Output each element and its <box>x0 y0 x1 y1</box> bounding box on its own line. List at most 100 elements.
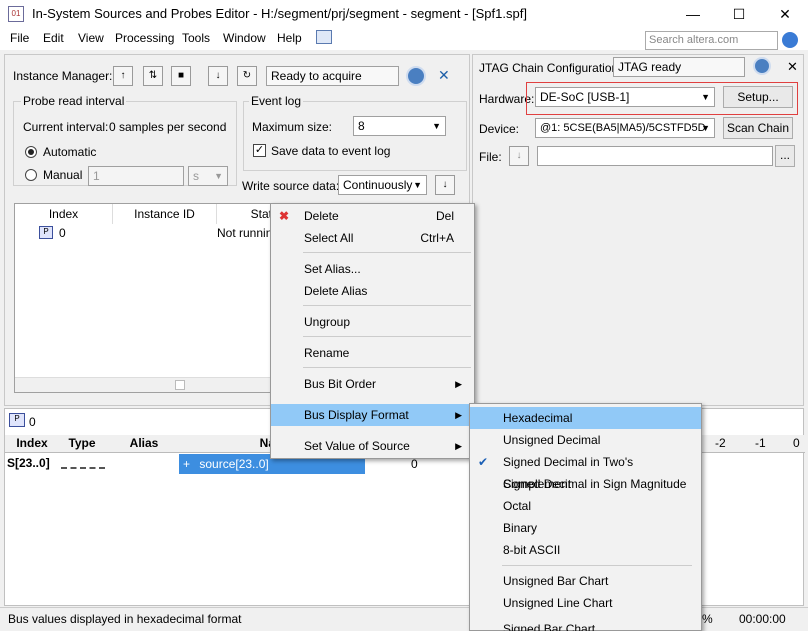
program-icon[interactable]: ↓ <box>509 146 529 166</box>
maximize-button[interactable]: ☐ <box>716 0 762 28</box>
max-size-value: 8 <box>358 119 365 133</box>
menu-separator <box>303 336 471 337</box>
write-source-value: Continuously <box>343 178 413 192</box>
menu-item-ungroup[interactable]: Ungroup <box>271 311 474 333</box>
read-once-icon[interactable]: ↓ <box>208 66 228 86</box>
write-source-label: Write source data: <box>242 179 340 193</box>
scroll-thumb[interactable] <box>175 380 185 390</box>
menu-item-set-value[interactable]: Set Value of Source ▶ <box>271 435 474 457</box>
write-source-icon[interactable]: ↓ <box>435 175 455 195</box>
submenu-signed-twos-complement[interactable]: ✔ Signed Decimal in Two's Complement <box>470 451 701 491</box>
chevron-down-icon: ▼ <box>701 123 710 133</box>
close-panel-icon[interactable]: ✕ <box>438 67 450 84</box>
menu-window[interactable]: Window <box>223 31 266 45</box>
save-event-log-checkbox[interactable]: ✓ <box>253 144 266 157</box>
submenu-unsigned-bar-chart[interactable]: Unsigned Bar Chart <box>470 570 701 592</box>
chevron-down-icon: ▼ <box>432 121 441 131</box>
jtag-close-icon[interactable]: ✕ <box>787 59 798 75</box>
event-log-group <box>243 101 467 171</box>
chevron-right-icon: ▶ <box>455 410 462 420</box>
manual-interval-input[interactable]: 1 <box>88 166 184 186</box>
search-input[interactable]: Search altera.com <box>645 31 778 50</box>
menu-item-rename[interactable]: Rename <box>271 342 474 364</box>
checkmark-icon: ✔ <box>478 455 489 469</box>
max-size-select[interactable]: 8 ▼ <box>353 116 446 136</box>
write-source-select[interactable]: Continuously ▼ <box>338 175 427 195</box>
table-row-index[interactable]: 0 <box>59 226 66 240</box>
column-header-index[interactable]: Index <box>15 204 113 224</box>
menu-item-delete-alias[interactable]: Delete Alias <box>271 280 474 302</box>
column-header-status[interactable]: Stat <box>217 204 277 224</box>
automatic-radio[interactable] <box>25 146 37 158</box>
submenu-ascii[interactable]: 8-bit ASCII <box>470 539 701 561</box>
signal-row-index[interactable]: S[23..0] <box>7 456 50 470</box>
menu-item-bus-bit-order[interactable]: Bus Bit Order ▶ <box>271 373 474 395</box>
menu-edit[interactable]: Edit <box>43 31 64 45</box>
jtag-status: JTAG ready <box>613 57 745 77</box>
menu-file[interactable]: File <box>10 31 29 45</box>
menu-item-shortcut: Ctrl+A <box>420 231 454 245</box>
continuous-icon[interactable]: ⇅ <box>143 66 163 86</box>
header-alias[interactable]: Alias <box>109 436 179 450</box>
menu-processing[interactable]: Processing <box>115 31 174 45</box>
current-interval-label: Current interval: <box>23 120 109 134</box>
signal-row-value: 0 <box>411 457 418 471</box>
instance-tab-label[interactable]: 0 <box>29 415 36 429</box>
menu-bar: File Edit View Processing Tools Window H… <box>0 28 808 50</box>
menu-tools[interactable]: Tools <box>182 31 210 45</box>
menu-item-bus-display-format[interactable]: Bus Display Format ▶ <box>271 404 474 426</box>
device-select[interactable]: @1: 5CSE(BA5|MA5)/5CSTFD5D ▼ <box>535 118 715 138</box>
close-button[interactable]: ✕ <box>762 0 808 28</box>
submenu-signed-sign-magnitude[interactable]: Signed Decimal in Sign Magnitude <box>470 473 701 495</box>
menu-help[interactable]: Help <box>277 31 302 45</box>
menu-item-set-alias[interactable]: Set Alias... <box>271 258 474 280</box>
menu-item-label: Bus Display Format <box>304 408 409 422</box>
scan-chain-button[interactable]: Scan Chain <box>723 117 793 139</box>
scale-neg1: -1 <box>755 436 766 450</box>
minimize-button[interactable]: — <box>670 0 716 28</box>
chevron-right-icon: ▶ <box>455 379 462 389</box>
delete-icon: ✖ <box>279 209 290 223</box>
menu-item-select-all[interactable]: Select All Ctrl+A <box>271 227 474 249</box>
status-message: Bus values displayed in hexadecimal form… <box>8 612 242 626</box>
submenu-octal[interactable]: Octal <box>470 495 701 517</box>
chat-icon[interactable] <box>316 30 332 44</box>
header-name[interactable]: Na <box>179 436 275 450</box>
menu-item-label: Bus Bit Order <box>304 377 377 391</box>
menu-item-delete[interactable]: ✖ Delete Del <box>271 205 474 227</box>
help-icon[interactable] <box>406 66 426 86</box>
status-percent: % <box>702 612 713 626</box>
menu-item-label: Delete <box>304 209 339 223</box>
chevron-down-icon: ▼ <box>214 171 223 181</box>
menu-item-label: Set Value of Source <box>304 439 410 453</box>
globe-icon[interactable] <box>782 32 798 48</box>
unit-select[interactable]: s ▼ <box>188 166 228 186</box>
column-header-instance-id[interactable]: Instance ID <box>113 204 217 224</box>
jtag-help-icon[interactable] <box>753 57 771 75</box>
submenu-unsigned-line-chart[interactable]: Unsigned Line Chart <box>470 592 701 614</box>
expand-icon[interactable]: + <box>183 457 190 471</box>
menu-separator <box>303 367 471 368</box>
bus-display-format-submenu: Hexadecimal Unsigned Decimal ✔ Signed De… <box>469 403 702 631</box>
stop-icon[interactable]: ■ <box>171 66 191 86</box>
header-index[interactable]: Index <box>9 436 55 450</box>
file-input[interactable] <box>537 146 773 166</box>
max-size-label: Maximum size: <box>252 120 333 134</box>
header-type[interactable]: Type <box>59 436 105 450</box>
instance-status: Ready to acquire <box>266 66 399 86</box>
submenu-hexadecimal[interactable]: Hexadecimal <box>470 407 701 429</box>
manual-radio[interactable] <box>25 169 37 181</box>
app-icon: 01 <box>8 6 24 22</box>
save-event-log-label: Save data to event log <box>271 144 391 158</box>
refresh-icon[interactable]: ↻ <box>237 66 257 86</box>
submenu-signed-bar-chart[interactable]: Signed Bar Chart <box>470 618 701 631</box>
device-value: @1: 5CSE(BA5|MA5)/5CSTFD5D <box>540 122 706 134</box>
signal-row-name: source[23..0] <box>199 457 269 471</box>
scale-neg2: -2 <box>715 436 726 450</box>
scan-up-icon[interactable]: ↑ <box>113 66 133 86</box>
browse-button[interactable]: ... <box>775 145 795 167</box>
submenu-binary[interactable]: Binary <box>470 517 701 539</box>
menu-separator <box>502 565 692 566</box>
submenu-unsigned-decimal[interactable]: Unsigned Decimal <box>470 429 701 451</box>
menu-view[interactable]: View <box>78 31 104 45</box>
